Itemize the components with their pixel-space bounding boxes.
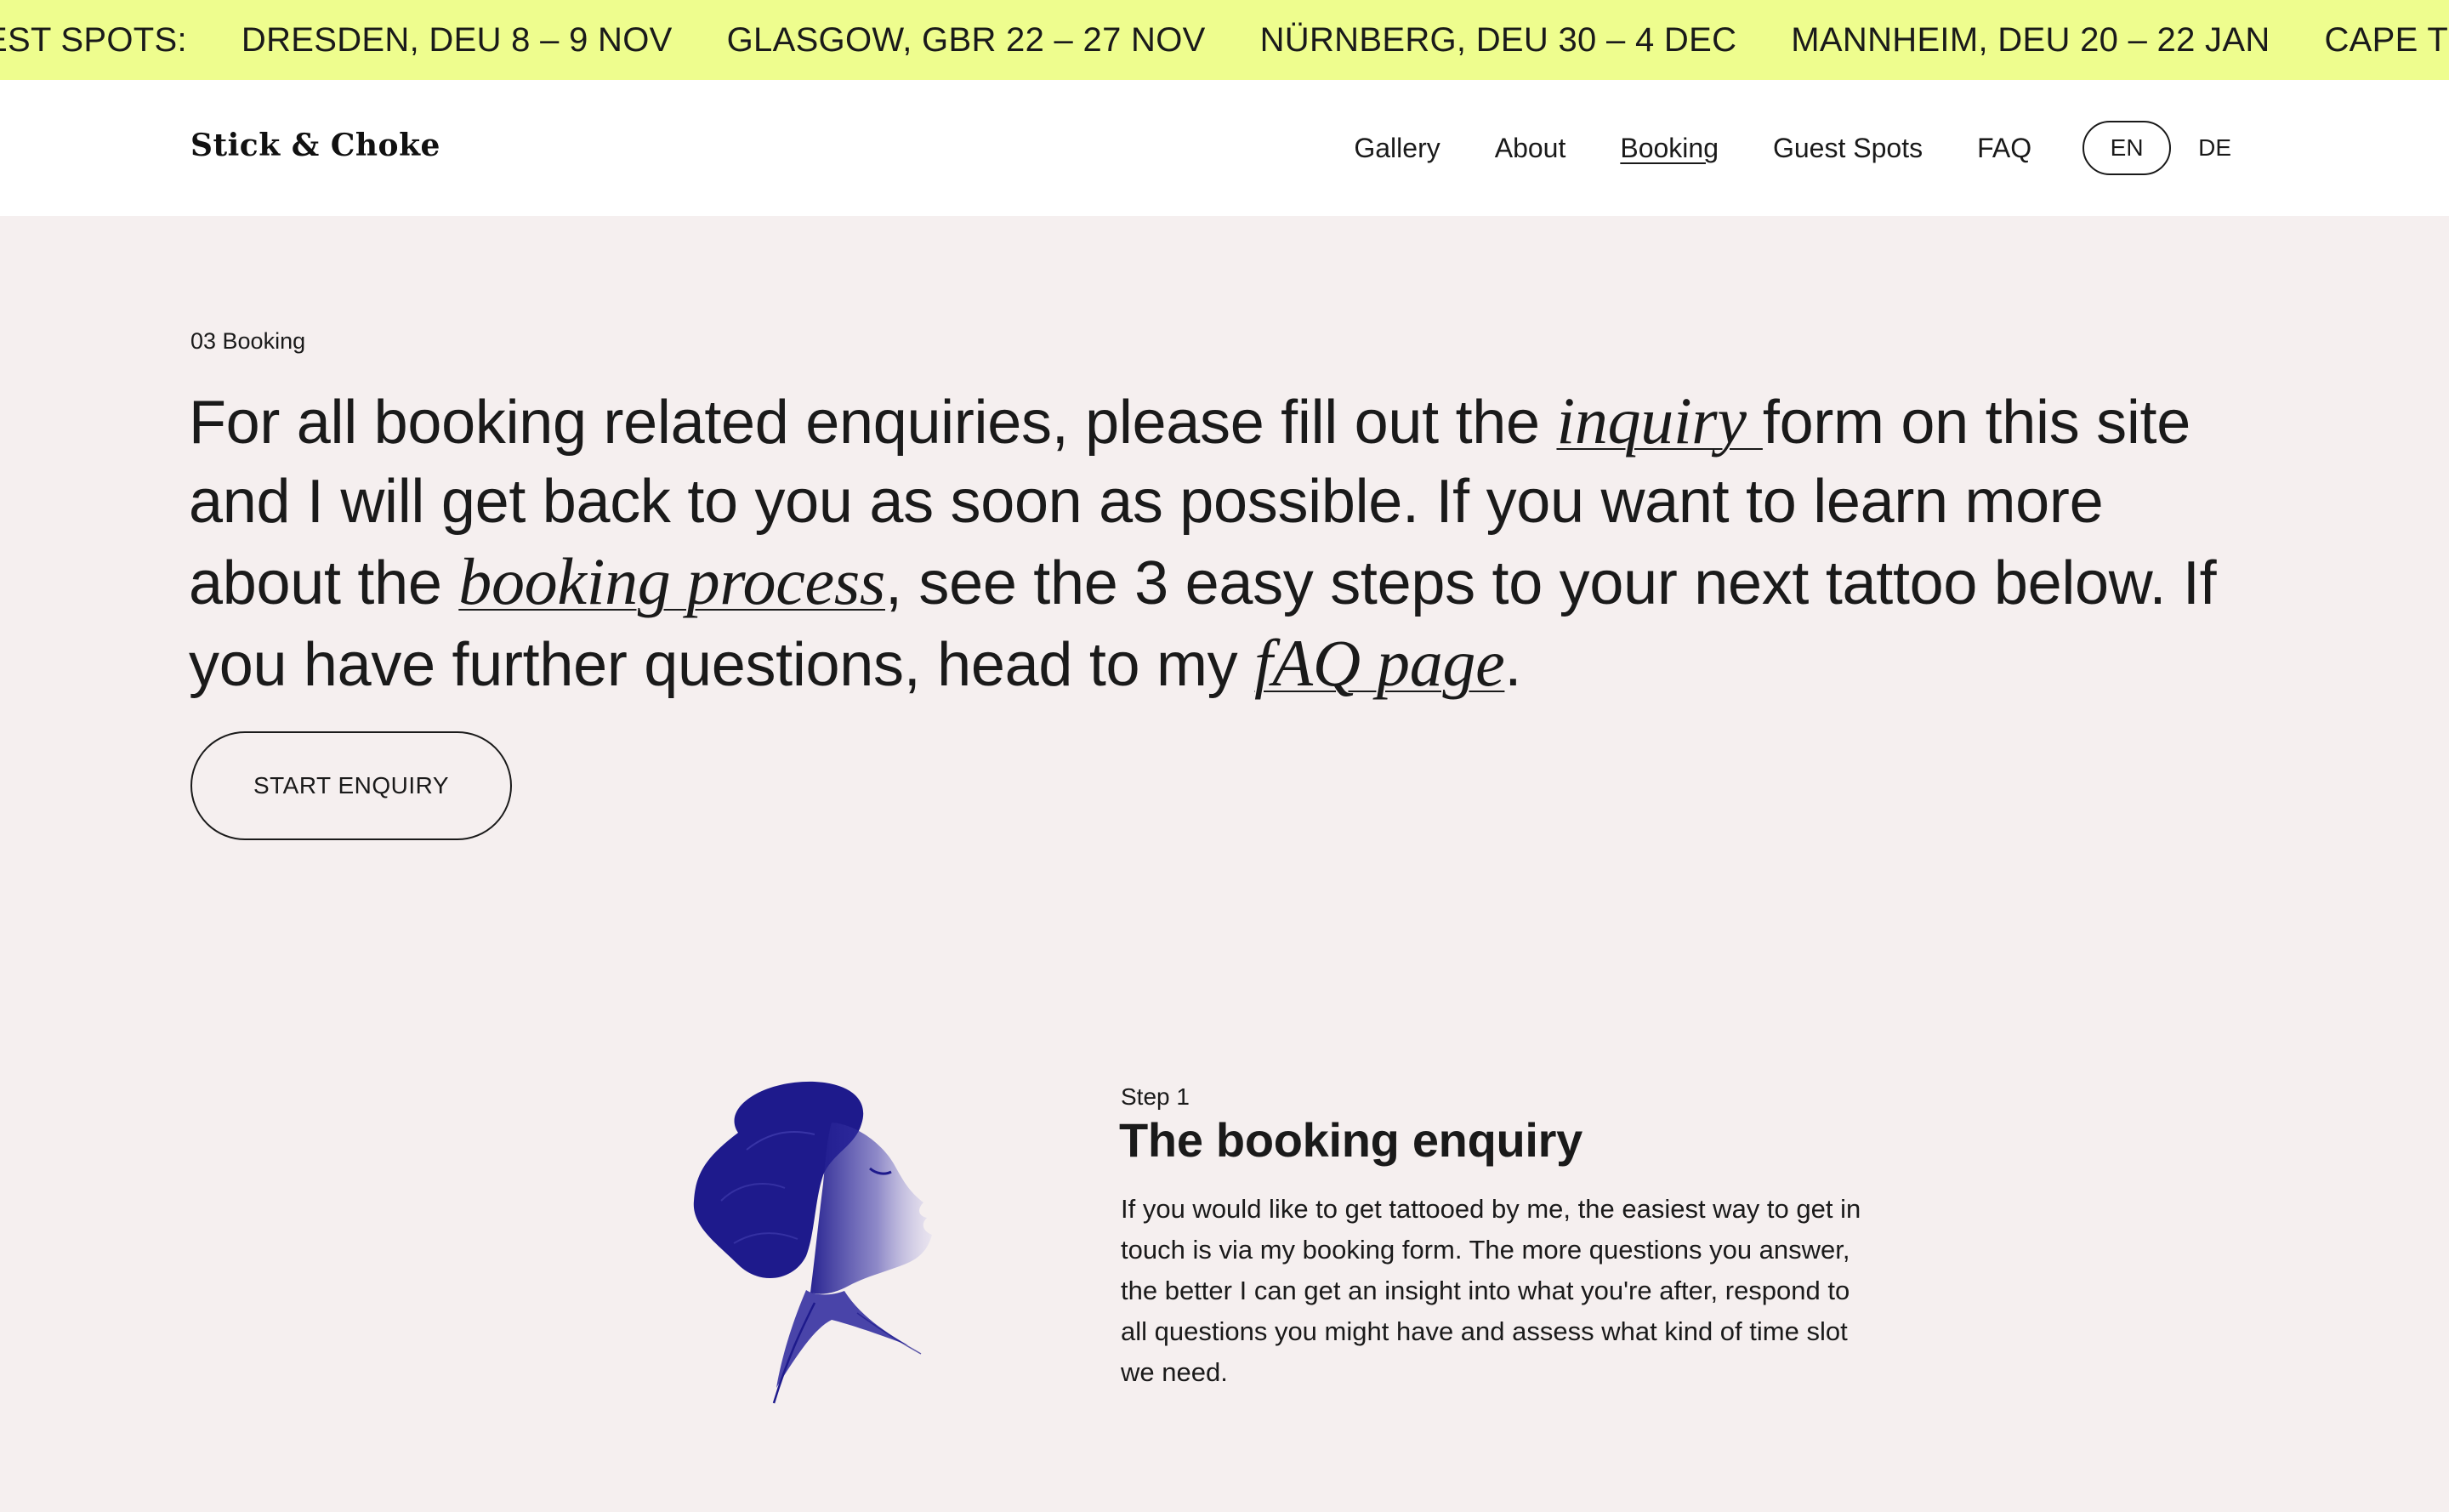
start-enquiry-button[interactable]: START ENQUIRY [190, 731, 512, 840]
step-label: Step 1 [1121, 1083, 1190, 1110]
booking-intro-text: For all booking related enquiries, pleas… [189, 381, 2264, 705]
booking-process-link[interactable]: booking process [458, 544, 885, 618]
ticker-item: GLASGOW, GBR 22 – 27 NOV [726, 20, 1206, 59]
ticker-item: CAPE TOWN, ZA [2324, 20, 2449, 59]
nav-link-about[interactable]: About [1495, 133, 1566, 164]
woman-profile-illustration [687, 1073, 968, 1405]
ticker-item: NÜRNBERG, DEU 30 – 4 DEC [1259, 20, 1737, 59]
step-description: If you would like to get tattooed by me,… [1121, 1194, 1861, 1387]
ticker-item: EST SPOTS: [0, 20, 187, 59]
section-label: 03 Booking [190, 328, 306, 354]
main-nav: Gallery About Booking Guest Spots FAQ EN… [1354, 80, 2449, 216]
step-title: The booking enquiry [1119, 1113, 1582, 1167]
site-header: Stick & Choke Gallery About Booking Gues… [0, 80, 2449, 216]
nav-link-guest-spots[interactable]: Guest Spots [1773, 133, 1923, 164]
ticker-track: EST SPOTS: DRESDEN, DEU 8 – 9 NOV GLASGO… [0, 0, 2449, 80]
ticker-item: DRESDEN, DEU 8 – 9 NOV [241, 20, 673, 59]
site-logo[interactable]: Stick & Choke [190, 128, 440, 163]
inquiry-link[interactable]: inquiry [1556, 384, 1762, 458]
language-en-button[interactable]: EN [2083, 121, 2172, 175]
nav-link-faq[interactable]: FAQ [1977, 133, 2031, 164]
intro-text-part: For all booking related enquiries, pleas… [189, 389, 1557, 457]
intro-text-part: . [1504, 631, 1522, 699]
nav-link-booking[interactable]: Booking [1620, 133, 1719, 164]
language-de-button[interactable]: DE [2198, 134, 2231, 162]
nav-link-gallery[interactable]: Gallery [1354, 133, 1440, 164]
woman-profile-icon [693, 1081, 932, 1404]
faq-page-link[interactable]: fAQ page [1254, 626, 1505, 700]
ticker-item: MANNHEIM, DEU 20 – 22 JAN [1791, 20, 2270, 59]
guest-spots-ticker: EST SPOTS: DRESDEN, DEU 8 – 9 NOV GLASGO… [0, 0, 2449, 80]
